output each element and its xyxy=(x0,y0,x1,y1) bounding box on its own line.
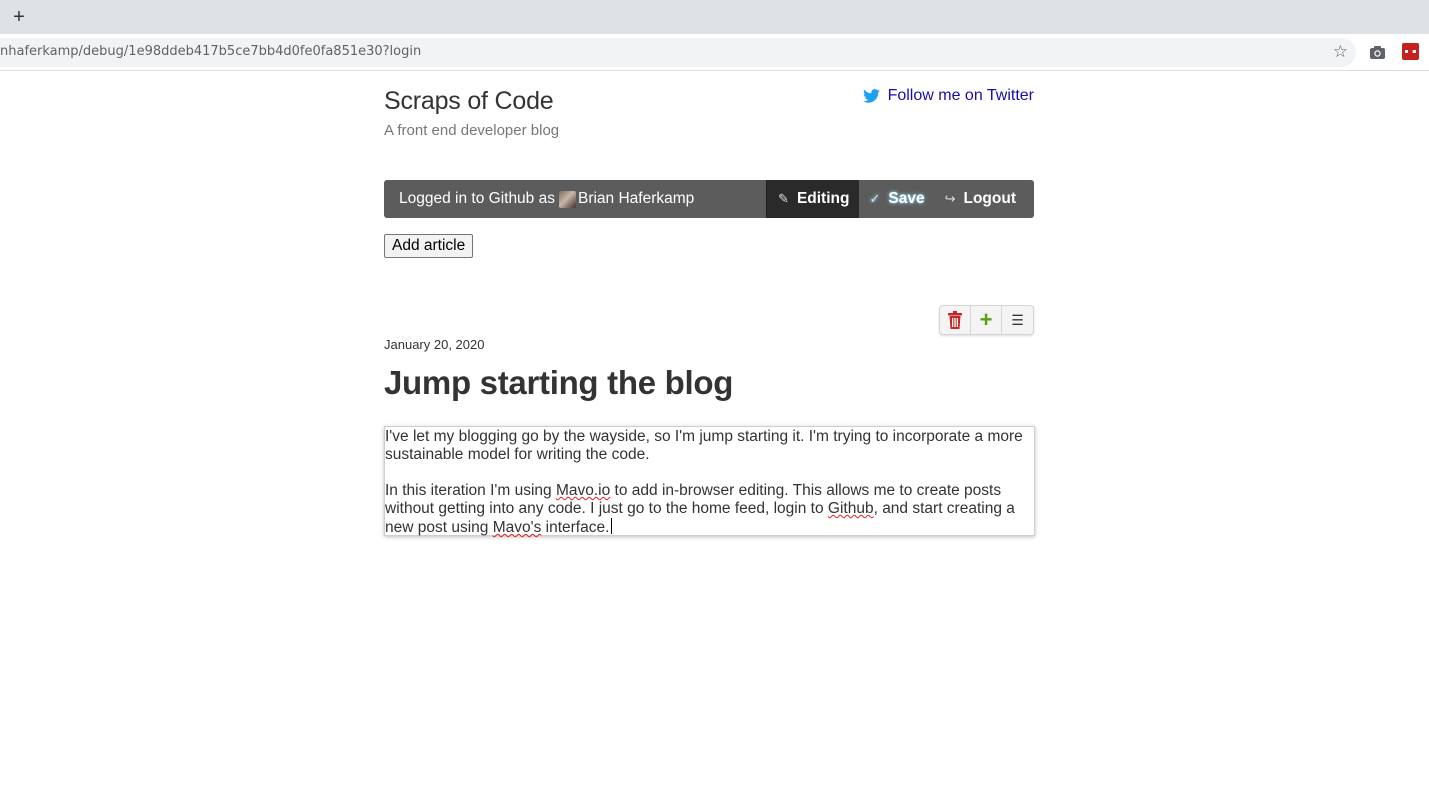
text-caret xyxy=(611,518,613,534)
plus-icon: + xyxy=(979,307,993,332)
drag-menu-button[interactable]: ☰ xyxy=(1002,306,1033,334)
logout-button[interactable]: ↪ Logout xyxy=(935,180,1034,218)
star-icon[interactable]: ☆ xyxy=(1333,43,1348,61)
delete-button[interactable] xyxy=(940,306,971,334)
twitter-icon xyxy=(862,89,880,103)
paragraph-text: interface. xyxy=(541,519,610,536)
save-button[interactable]: ✓ Save xyxy=(859,180,934,218)
checkmark-icon: ✓ xyxy=(869,191,881,206)
add-item-button[interactable]: + xyxy=(971,306,1002,334)
browser-toolbar: nhaferkamp/debug/1e98ddeb417b5ce7bb4d0fe… xyxy=(0,34,1429,71)
github-word: Github xyxy=(827,500,874,517)
post-date[interactable]: January 20, 2020 xyxy=(384,337,484,352)
url-text[interactable]: nhaferkamp/debug/1e98ddeb417b5ce7bb4d0fe… xyxy=(0,44,421,59)
paragraph-text: In this iteration I'm using xyxy=(385,482,556,499)
extension-icon[interactable] xyxy=(1402,43,1419,60)
post-title[interactable]: Jump starting the blog xyxy=(384,364,733,402)
new-tab-button[interactable]: + xyxy=(8,6,30,28)
site-tagline: A front end developer blog xyxy=(384,122,560,139)
logout-label: Logout xyxy=(963,190,1016,207)
post-paragraph-2: In this iteration I'm using Mavo.io to a… xyxy=(385,482,1034,537)
item-controls: + ☰ xyxy=(939,305,1034,335)
twitter-follow-link[interactable]: Follow me on Twitter xyxy=(862,87,1034,105)
address-bar[interactable]: nhaferkamp/debug/1e98ddeb417b5ce7bb4d0fe… xyxy=(0,38,1356,67)
trash-icon xyxy=(948,311,962,329)
camera-icon[interactable] xyxy=(1369,44,1386,61)
login-status: Logged in to Github as Brian Haferkamp xyxy=(384,180,766,218)
editing-label: Editing xyxy=(796,190,850,207)
user-name[interactable]: Brian Haferkamp xyxy=(578,190,694,208)
logout-icon: ↪ xyxy=(944,191,956,206)
pencil-icon: ✎ xyxy=(778,191,789,206)
save-label: Save xyxy=(888,190,925,207)
login-prefix: Logged in to Github as xyxy=(399,190,555,207)
mavos-word: Mavo's xyxy=(492,519,542,536)
editing-button[interactable]: ✎ Editing xyxy=(766,180,860,218)
tab-strip: + xyxy=(0,0,1429,34)
twitter-link-label[interactable]: Follow me on Twitter xyxy=(888,87,1034,105)
mavo-toolbar: Logged in to Github as Brian Haferkamp ✎… xyxy=(384,180,1034,218)
post-body-editor[interactable]: I've let my blogging go by the wayside, … xyxy=(384,426,1035,536)
post-paragraph-1: I've let my blogging go by the wayside, … xyxy=(385,428,1023,463)
hamburger-icon: ☰ xyxy=(1011,311,1024,328)
mavo-io-word: Mavo.io xyxy=(555,482,611,499)
avatar xyxy=(558,190,576,208)
site-title[interactable]: Scraps of Code xyxy=(384,87,554,116)
add-article-button[interactable]: Add article xyxy=(384,234,474,258)
